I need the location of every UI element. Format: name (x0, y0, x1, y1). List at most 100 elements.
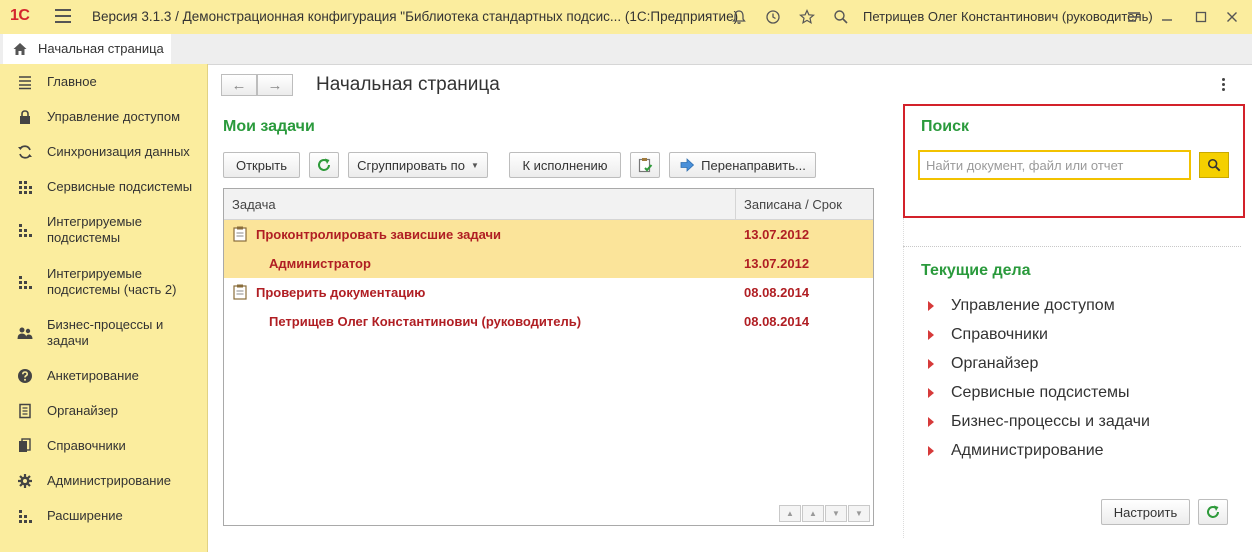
current-item-label: Справочники (951, 326, 1048, 343)
sidebar-item-service[interactable]: Сервисные подсистемы (0, 177, 207, 197)
sidebar-item-label: Бизнес-процессы и задачи (47, 317, 164, 348)
current-item-admin[interactable]: Администрирование (928, 442, 1104, 460)
refresh-current-button[interactable] (1198, 499, 1228, 525)
tasks-table[interactable]: Задача Записана / Срок Проконтролировать… (223, 188, 874, 526)
task-date: 08.08.2014 (744, 314, 810, 329)
question-icon (17, 368, 33, 384)
current-item-label: Бизнес-процессы и задачи (951, 413, 1150, 430)
task-date: 13.07.2012 (744, 227, 810, 242)
main-menu-icon[interactable] (55, 9, 71, 23)
sidebar-item-label: Интегрируемые подсистемы (часть 2) (47, 266, 177, 297)
sync-icon (17, 144, 33, 160)
dots-blocks-icon (17, 508, 33, 524)
current-item-label: Администрирование (951, 442, 1104, 459)
column-header-task[interactable]: Задача (232, 197, 276, 212)
close-icon[interactable] (1222, 7, 1242, 27)
accept-task-button[interactable] (630, 152, 660, 178)
table-row[interactable]: Администратор 13.07.2012 (224, 249, 873, 278)
people-icon (17, 325, 33, 341)
search-input[interactable] (918, 150, 1191, 180)
sidebar: Главное Управление доступом Синхронизаци… (0, 64, 208, 552)
task-name: Проконтролировать зависшие задачи (256, 227, 502, 242)
table-row[interactable]: Петрищев Олег Константинович (руководите… (224, 307, 873, 336)
current-item-references[interactable]: Справочники (928, 326, 1048, 344)
star-icon[interactable] (797, 7, 817, 27)
sidebar-item-label: Органайзер (47, 403, 118, 418)
tab-bar: Начальная страница (0, 34, 1252, 65)
sidebar-item-access[interactable]: Управление доступом (0, 107, 207, 127)
sidebar-item-references[interactable]: Справочники (0, 436, 207, 456)
current-item-label: Управление доступом (951, 297, 1115, 314)
sidebar-item-label: Сервисные подсистемы (47, 179, 193, 194)
triangle-right-icon (928, 446, 934, 456)
search-icon (1207, 158, 1221, 172)
maximize-icon[interactable] (1191, 7, 1211, 27)
scroll-top-button[interactable]: ▲ (779, 505, 801, 522)
group-by-label: Сгруппировать по (357, 157, 465, 173)
column-header-date[interactable]: Записана / Срок (744, 197, 842, 212)
current-item-label: Сервисные подсистемы (951, 384, 1130, 401)
open-button[interactable]: Открыть (223, 152, 300, 178)
table-row[interactable]: Проконтролировать зависшие задачи 13.07.… (224, 220, 873, 249)
execute-button[interactable]: К исполнению (509, 152, 621, 178)
sidebar-item-label: Справочники (47, 438, 126, 453)
scroll-up-button[interactable]: ▲ (802, 505, 824, 522)
task-date: 08.08.2014 (744, 285, 810, 300)
sidebar-item-label: Главное (47, 74, 97, 89)
settings-menu-icon[interactable] (1124, 7, 1144, 27)
lock-icon (17, 109, 33, 125)
sidebar-item-label: Интегрируемые подсистемы (47, 214, 142, 245)
redirect-label: Перенаправить... (701, 157, 806, 173)
back-button[interactable]: ← (221, 74, 257, 96)
group-by-button[interactable]: Сгруппировать по ▼ (348, 152, 488, 178)
tasks-title: Мои задачи (223, 118, 315, 135)
scroll-down-button[interactable]: ▼ (825, 505, 847, 522)
table-scroll-controls: ▲ ▲ ▼ ▼ (778, 505, 870, 522)
sidebar-item-main[interactable]: Главное (0, 72, 207, 92)
sidebar-item-label: Синхронизация данных (47, 144, 190, 159)
bell-icon[interactable] (729, 7, 749, 27)
sidebar-item-integrated-2[interactable]: Интегрируемые подсистемы (часть 2) (0, 264, 207, 300)
search-button[interactable] (1199, 152, 1229, 178)
sidebar-item-admin[interactable]: Администрирование (0, 471, 207, 491)
column-separator (735, 189, 736, 219)
table-row[interactable]: Проверить документацию 08.08.2014 (224, 278, 873, 307)
sidebar-item-label: Расширение (47, 508, 123, 523)
scroll-bottom-button[interactable]: ▼ (848, 505, 870, 522)
sidebar-item-extension[interactable]: Расширение (0, 506, 207, 526)
search-icon[interactable] (831, 7, 851, 27)
current-item-organizer[interactable]: Органайзер (928, 355, 1038, 373)
sidebar-item-integrated[interactable]: Интегрируемые подсистемы (0, 212, 207, 248)
user-name[interactable]: Петрищев Олег Константинович (руководите… (863, 9, 1153, 24)
current-item-service[interactable]: Сервисные подсистемы (928, 384, 1130, 402)
forward-button[interactable]: → (257, 74, 293, 96)
tab-home[interactable]: Начальная страница (3, 34, 171, 65)
title-bar: 1С Версия 3.1.3 / Демонстрационная конфи… (0, 0, 1252, 35)
history-icon[interactable] (763, 7, 783, 27)
refresh-icon (318, 158, 330, 171)
minimize-icon[interactable] (1157, 7, 1177, 27)
sidebar-item-business[interactable]: Бизнес-процессы и задачи (0, 315, 207, 351)
sidebar-item-label: Управление доступом (47, 109, 181, 124)
sidebar-item-survey[interactable]: Анкетирование (0, 366, 207, 386)
redirect-button[interactable]: Перенаправить... (669, 152, 816, 178)
more-menu-icon[interactable] (1217, 74, 1229, 94)
dropdown-arrow-icon: ▼ (470, 160, 479, 170)
forward-arrow-icon (680, 158, 695, 172)
triangle-right-icon (928, 388, 934, 398)
task-name: Администратор (269, 256, 371, 271)
sidebar-item-sync[interactable]: Синхронизация данных (0, 142, 207, 162)
current-item-business[interactable]: Бизнес-процессы и задачи (928, 413, 1150, 431)
dots-blocks-icon (17, 274, 33, 290)
sidebar-item-organizer[interactable]: Органайзер (0, 401, 207, 421)
sidebar-item-label: Анкетирование (47, 368, 139, 383)
window-title: Версия 3.1.3 / Демонстрационная конфигур… (92, 9, 739, 24)
current-item-label: Органайзер (951, 355, 1039, 372)
current-item-access[interactable]: Управление доступом (928, 297, 1115, 315)
triangle-right-icon (928, 301, 934, 311)
configure-button[interactable]: Настроить (1101, 499, 1190, 525)
table-header: Задача Записана / Срок (224, 189, 873, 220)
refresh-button[interactable] (309, 152, 339, 178)
page-title: Начальная страница (316, 74, 500, 95)
clipboard-check-icon (638, 158, 653, 173)
